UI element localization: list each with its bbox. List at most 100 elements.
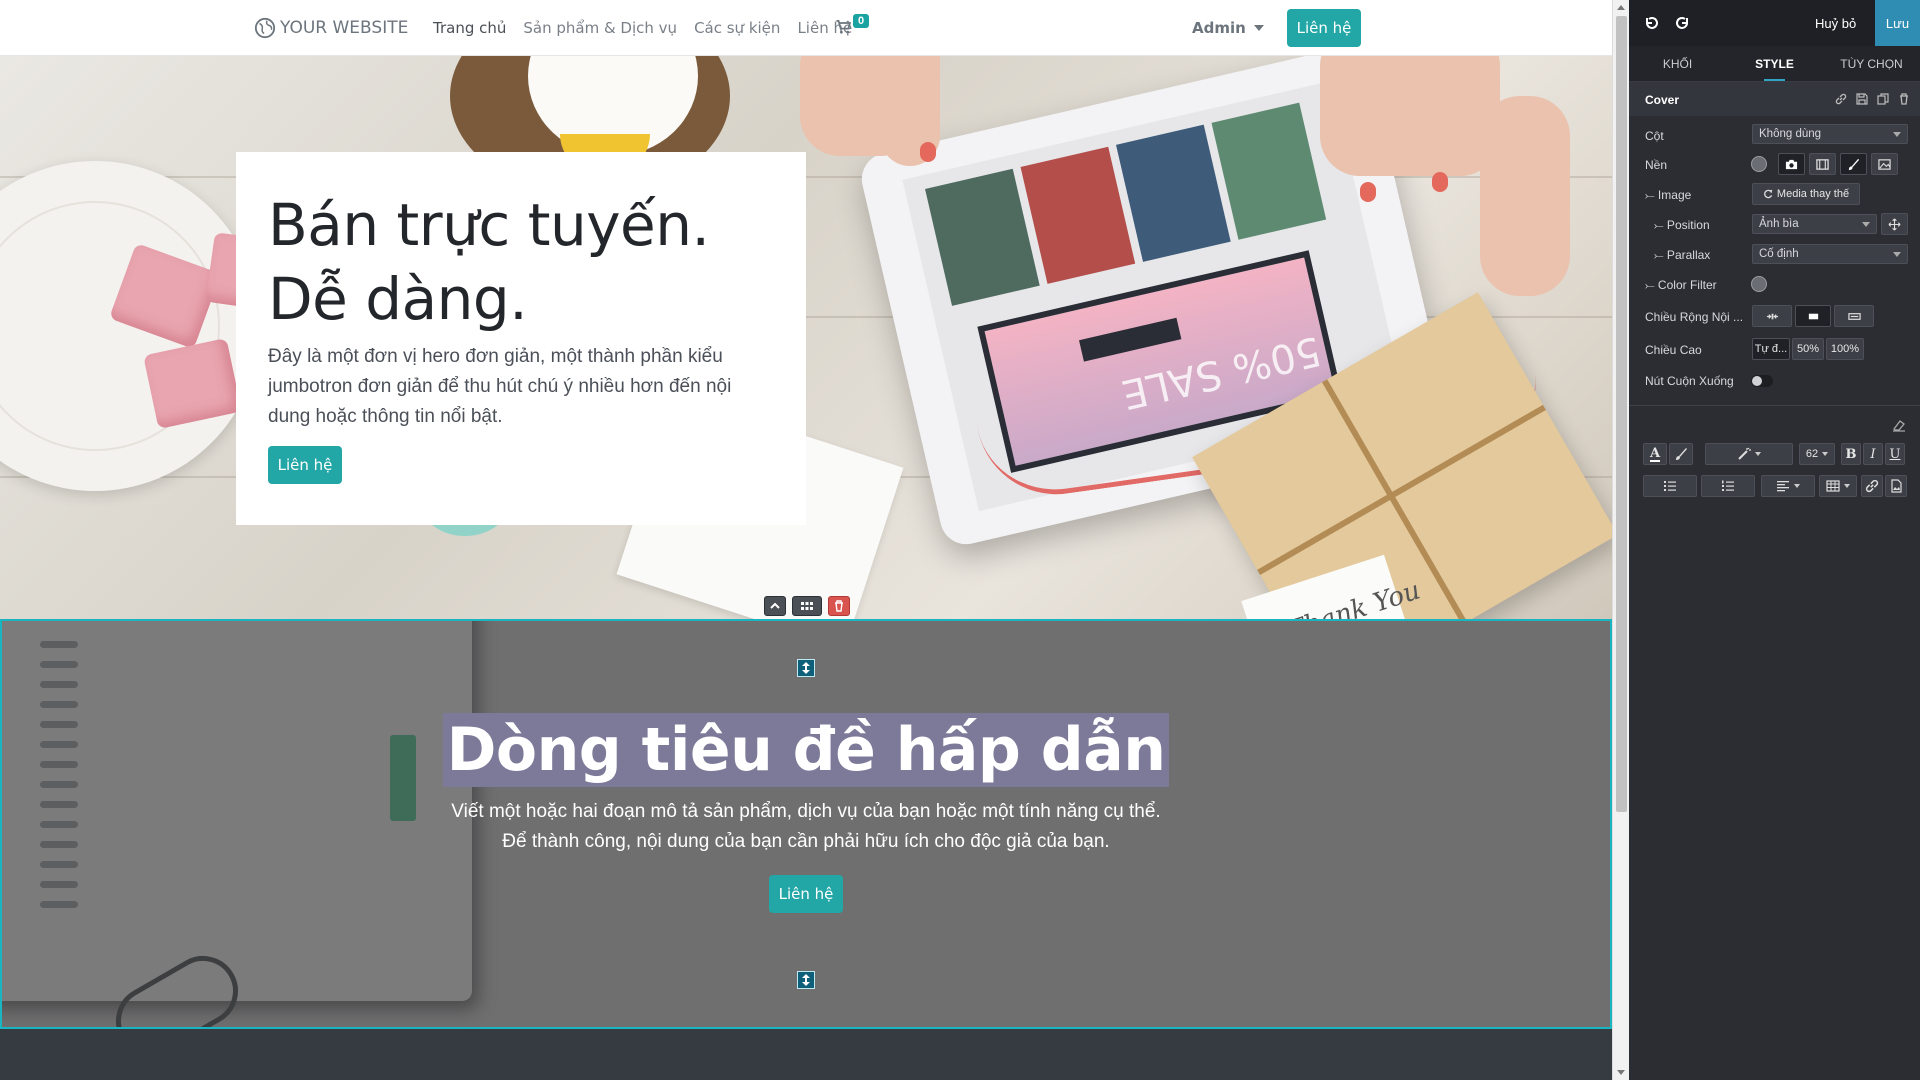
image-label: ⤚ Image xyxy=(1645,188,1692,202)
color-filter-swatch[interactable] xyxy=(1751,276,1767,292)
background-gradient-button[interactable] xyxy=(1840,153,1867,175)
chevron-down-icon xyxy=(1253,25,1264,31)
background-color-swatch[interactable] xyxy=(1751,156,1767,172)
banner-text[interactable]: Viết một hoặc hai đoạn mô tả sản phẩm, d… xyxy=(2,797,1610,857)
color-filter-label: ⤚ Color Filter xyxy=(1645,278,1717,292)
undo-icon[interactable] xyxy=(1643,15,1659,31)
bullet-list-button[interactable] xyxy=(1643,475,1697,497)
divider xyxy=(1629,405,1920,406)
font-size-dropdown[interactable]: 62 xyxy=(1799,443,1835,465)
content-width-full-button[interactable] xyxy=(1834,305,1874,327)
background-image-button[interactable] xyxy=(1778,153,1805,175)
cart-link[interactable]: 0 xyxy=(835,14,870,40)
style-dropdown[interactable] xyxy=(1705,443,1793,465)
height-auto-button[interactable]: Tự đ... xyxy=(1752,338,1790,360)
hero-text[interactable]: Đây là một đơn vị hero đơn giản, một thà… xyxy=(268,342,768,432)
background-shape-button[interactable] xyxy=(1871,153,1898,175)
banner-title-wrap: Dòng tiêu đề hấp dẫn xyxy=(2,713,1610,787)
resize-bottom-handle[interactable] xyxy=(797,971,815,989)
banner-contact-button[interactable]: Liên hệ xyxy=(769,875,843,913)
move-up-button[interactable] xyxy=(764,596,786,616)
selected-cover-section[interactable]: Dòng tiêu đề hấp dẫn Viết một hoặc hai đ… xyxy=(0,619,1612,1029)
insert-link-button[interactable] xyxy=(1861,475,1883,497)
expand-icon xyxy=(1847,312,1861,320)
save-button[interactable]: Lưu xyxy=(1875,0,1920,46)
height-label: Chiều Cao xyxy=(1645,343,1702,357)
underline-button[interactable]: U xyxy=(1885,443,1905,465)
hero-title[interactable]: Bán trực tuyến. Dễ dàng. xyxy=(268,188,788,336)
resize-vertical-icon xyxy=(802,662,810,674)
align-dropdown[interactable] xyxy=(1761,475,1815,497)
header-contact-button[interactable]: Liên hệ xyxy=(1287,9,1361,47)
highlight-color-button[interactable] xyxy=(1669,443,1693,465)
trash-icon[interactable] xyxy=(1898,93,1910,105)
camera-icon xyxy=(1785,159,1798,169)
trash-icon xyxy=(835,600,843,612)
tab-options[interactable]: TÙY CHỌN xyxy=(1823,46,1920,81)
link-icon[interactable] xyxy=(1835,93,1847,105)
hero-contact-button[interactable]: Liên hệ xyxy=(268,446,342,484)
drag-handle-button[interactable] xyxy=(792,596,822,616)
numbered-list-button[interactable] xyxy=(1701,475,1755,497)
redo-icon[interactable] xyxy=(1675,15,1691,31)
footer-section[interactable] xyxy=(0,1029,1612,1080)
discard-button[interactable]: Huỷ bỏ xyxy=(1815,16,1856,31)
nav-item-products[interactable]: Sản phẩm & Dịch vụ xyxy=(523,19,677,37)
parallax-value: Cố định xyxy=(1759,248,1799,260)
site-header: YOUR WEBSITE Trang chủ Sản phẩm & Dịch v… xyxy=(0,0,1612,56)
content-width-small-button[interactable] xyxy=(1752,305,1792,327)
brand-name: YOUR WEBSITE xyxy=(280,18,409,38)
table-dropdown[interactable] xyxy=(1819,475,1857,497)
tab-blocks[interactable]: KHỐI xyxy=(1629,46,1726,81)
background-label: Nền xyxy=(1645,158,1668,172)
position-edit-button[interactable] xyxy=(1881,213,1908,235)
file-image-icon xyxy=(1891,479,1902,493)
nav-item-home[interactable]: Trang chủ xyxy=(433,19,506,37)
tab-style[interactable]: STYLE xyxy=(1726,46,1823,81)
font-color-button[interactable]: A xyxy=(1643,443,1667,465)
height-50-button[interactable]: 50% xyxy=(1792,338,1824,360)
align-left-icon xyxy=(1777,481,1789,492)
compress-icon xyxy=(1766,313,1778,319)
nav-item-events[interactable]: Các sự kiện xyxy=(694,19,780,37)
section-title: Cover xyxy=(1645,93,1680,107)
replace-media-button[interactable]: Media thay thế xyxy=(1752,183,1860,205)
scroll-down-arrow[interactable] xyxy=(1617,1070,1625,1075)
chevron-down-icon xyxy=(1893,252,1901,257)
user-menu[interactable]: Admin xyxy=(1192,19,1264,37)
insert-media-button[interactable] xyxy=(1885,475,1907,497)
height-100-button[interactable]: 100% xyxy=(1826,338,1864,360)
resize-top-handle[interactable] xyxy=(797,659,815,677)
banner-title[interactable]: Dòng tiêu đề hấp dẫn xyxy=(442,713,1170,787)
chevron-down-icon xyxy=(1893,132,1901,137)
refresh-icon xyxy=(1764,189,1773,199)
grid-dots-icon xyxy=(801,602,813,610)
globe-icon xyxy=(254,17,276,39)
brand-logo[interactable]: YOUR WEBSITE xyxy=(254,17,408,39)
cart-icon xyxy=(836,19,852,34)
position-label: ⤚ Position xyxy=(1654,218,1710,232)
scroll-button-toggle[interactable] xyxy=(1751,375,1773,387)
columns-label: Cột xyxy=(1645,129,1664,143)
page-scrollbar[interactable] xyxy=(1612,0,1629,1080)
duplicate-icon[interactable] xyxy=(1877,93,1889,105)
delete-block-button[interactable] xyxy=(828,596,850,616)
parallax-select[interactable]: Cố định xyxy=(1752,244,1908,264)
save-block-icon[interactable] xyxy=(1856,93,1868,105)
scroll-up-arrow[interactable] xyxy=(1617,5,1625,10)
magic-wand-icon xyxy=(1738,447,1751,460)
content-width-regular-button[interactable] xyxy=(1795,305,1831,327)
italic-button[interactable]: I xyxy=(1863,443,1883,465)
columns-select[interactable]: Không dùng xyxy=(1752,124,1908,144)
position-select[interactable]: Ảnh bìa xyxy=(1752,214,1877,234)
background-video-button[interactable] xyxy=(1809,153,1836,175)
cover-section[interactable]: 50% SALE Thank You Bán trực tuyến. Dễ dà… xyxy=(0,56,1612,619)
cart-count-badge: 0 xyxy=(853,14,870,28)
eraser-format-icon[interactable] xyxy=(1892,418,1906,432)
scrollbar-thumb[interactable] xyxy=(1616,16,1627,812)
editor-tabs: KHỐI STYLE TÙY CHỌN xyxy=(1629,46,1920,82)
brush-icon xyxy=(1848,158,1860,170)
image-icon xyxy=(1878,158,1891,170)
section-header-cover: Cover xyxy=(1629,82,1920,116)
bold-button[interactable]: B xyxy=(1841,443,1861,465)
